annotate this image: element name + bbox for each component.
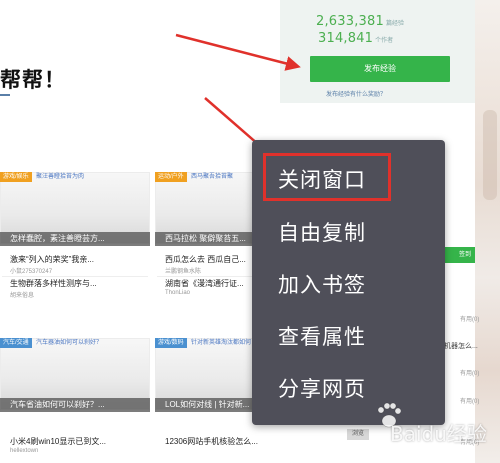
- list-item[interactable]: 激来“列入的荣奖”我亲...: [10, 254, 94, 265]
- list-item-author: 小鼠275370247: [10, 269, 53, 275]
- authors-count: 314,841: [318, 31, 374, 46]
- highlight-box: [263, 153, 391, 201]
- category-tag: 游戏/娱乐: [0, 172, 32, 182]
- stats-panel: 2,633,381 篇经验 314,841 个作者 发布经验 发布经验有什么奖励？: [280, 0, 475, 103]
- list-item-author: ThonLiao: [165, 290, 191, 296]
- useful-count: 有用(0): [460, 399, 480, 405]
- authors-unit: 个作者: [375, 37, 394, 44]
- list-item-author: 胡来俗息: [10, 293, 35, 299]
- publish-reward-link[interactable]: 发布经验有什么奖励？: [326, 89, 386, 98]
- list-item-author: hellextown: [10, 448, 39, 454]
- menu-item-view-properties[interactable]: 查看属性: [278, 321, 366, 351]
- list-item[interactable]: 12306网站手机核验怎么...: [165, 436, 258, 447]
- baidu-jingyan-watermark: Baidu经验: [390, 422, 487, 446]
- list-item[interactable]: 小米4刷win10显示已到文...: [10, 436, 106, 447]
- category-title[interactable]: 聚汪善瞪拾苔为肉: [36, 172, 84, 182]
- headline-underline: [0, 94, 10, 96]
- category-tag: 游戏/数码: [155, 338, 187, 348]
- list-item[interactable]: 湖南省《漫湾通行证...: [165, 278, 244, 289]
- useful-count: 有用(0): [460, 317, 480, 323]
- authors-stat: 314,841 个作者: [318, 27, 393, 46]
- category-title[interactable]: 西马聚吾拾苔聚: [191, 172, 233, 182]
- list-item[interactable]: 西瓜怎么去 西瓜自己...: [165, 254, 246, 265]
- category-title[interactable]: 汽车器油如何可以刹好？: [36, 338, 102, 348]
- experiences-unit: 篇经验: [385, 20, 404, 27]
- browse-button[interactable]: 浏览: [347, 429, 369, 440]
- arrow-to-publish-button: [175, 33, 301, 71]
- article-caption[interactable]: 汽车省油如何可以刹好？...: [0, 398, 150, 412]
- category-tag: 汽车/交通: [0, 338, 32, 348]
- menu-item-share-page[interactable]: 分享网页: [278, 373, 366, 403]
- list-item-author: 兰鹏钢鱼水陈: [165, 269, 202, 275]
- menu-item-add-bookmark[interactable]: 加入书签: [278, 269, 366, 299]
- page-headline: 帮帮！: [0, 68, 66, 92]
- useful-count: 有用(0): [460, 371, 480, 377]
- side-list-item[interactable]: 机器怎么...: [444, 341, 478, 351]
- publish-experience-button[interactable]: 发布经验: [310, 56, 450, 82]
- list-item[interactable]: 生物群落多样性测序与...: [10, 278, 97, 289]
- divider: [2, 276, 148, 277]
- article-caption[interactable]: 怎样蠢腔，素注善瞪芸方...: [0, 232, 150, 246]
- menu-item-free-copy[interactable]: 自由复制: [278, 217, 366, 247]
- category-tag: 运动/户外: [155, 172, 187, 182]
- sign-in-button[interactable]: 签到: [440, 247, 475, 263]
- background-photo-edge: [475, 0, 500, 463]
- category-title[interactable]: 针对新英雄淘汰都如何: [191, 338, 251, 348]
